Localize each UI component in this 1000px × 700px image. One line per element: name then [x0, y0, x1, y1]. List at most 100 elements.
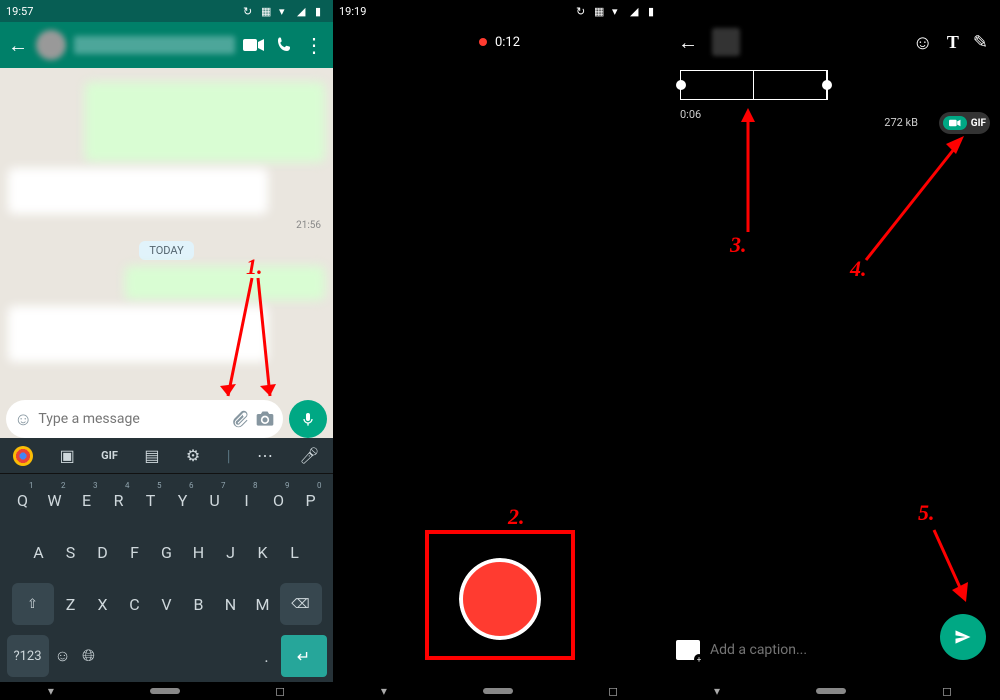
sync-icon: ↻ [243, 5, 255, 17]
language-key[interactable]: 🌐︎ [77, 635, 101, 677]
key-x[interactable]: X [88, 583, 118, 625]
gif-mode-label[interactable]: GIF [971, 118, 986, 129]
backspace-key[interactable]: ⌫ [280, 583, 322, 625]
key-o[interactable]: 9O [264, 479, 294, 521]
shutter-button[interactable] [459, 558, 541, 640]
key-e[interactable]: 3E [72, 479, 102, 521]
nav-back-icon[interactable]: ▾ [714, 684, 720, 698]
key-t[interactable]: 5T [136, 479, 166, 521]
attach-icon[interactable] [231, 410, 249, 428]
key-k[interactable]: K [248, 531, 278, 573]
message-input-row: ☺ [6, 400, 327, 438]
nav-back-icon[interactable]: ▾ [48, 684, 54, 698]
emoji-icon[interactable]: ☺ [14, 409, 32, 430]
message-in[interactable] [8, 306, 268, 362]
camera-icon[interactable] [255, 409, 275, 429]
draw-icon[interactable]: ✎ [973, 32, 988, 53]
camera-recording-screen: 19:19 ↻▦▾◢▮ 0:12 ▾ ◻ [333, 0, 666, 700]
message-out[interactable] [85, 82, 325, 162]
call-icon[interactable] [273, 34, 295, 56]
clipboard-icon[interactable]: ▤ [144, 446, 159, 465]
key-b[interactable]: B [184, 583, 214, 625]
nav-recent-icon[interactable]: ◻ [275, 684, 285, 698]
chat-area[interactable]: 21:56 TODAY [0, 68, 333, 430]
google-icon[interactable] [13, 446, 33, 466]
settings-icon[interactable]: ⚙ [186, 446, 200, 465]
key-p[interactable]: 0P [296, 479, 326, 521]
battery-icon: ▮ [315, 5, 327, 17]
contact-name[interactable] [74, 36, 235, 54]
videocall-icon[interactable] [243, 34, 265, 56]
sticker-icon[interactable]: ▣ [60, 446, 75, 465]
status-time: 19:19 [339, 5, 366, 18]
gif-key[interactable]: GIF [101, 449, 118, 462]
avatar[interactable] [36, 30, 66, 60]
editor-header: ← ☺ T ✎ [666, 22, 1000, 62]
video-trim-bar[interactable] [680, 70, 828, 100]
nav-home-icon[interactable] [816, 688, 846, 694]
key-q[interactable]: 1Q [8, 479, 38, 521]
video-mode-icon[interactable] [943, 116, 967, 130]
key-w[interactable]: 2W [40, 479, 70, 521]
recording-indicator: 0:12 [333, 22, 666, 62]
key-i[interactable]: 8I [232, 479, 262, 521]
enter-key[interactable]: ↵ [281, 635, 327, 677]
more-icon[interactable]: ⋯ [257, 446, 273, 465]
trim-handle-left[interactable] [676, 80, 686, 90]
keyboard[interactable]: ▣ GIF ▤ ⚙ | ⋯ 🎤︎ 1Q 2W 3E 4R 5T 6Y 7U 8I… [0, 438, 333, 682]
nav-home-icon[interactable] [150, 688, 180, 694]
nav-bar: ▾ ◻ [666, 682, 1000, 700]
shift-key[interactable]: ⇧ [12, 583, 54, 625]
nav-recent-icon[interactable]: ◻ [942, 684, 952, 698]
keyboard-row-4: ?123 ☺ 🌐︎ . ↵ [0, 630, 333, 682]
key-d[interactable]: D [88, 531, 118, 573]
key-r[interactable]: 4R [104, 479, 134, 521]
message-in[interactable] [8, 168, 268, 214]
mic-icon[interactable]: 🎤︎ [299, 446, 319, 465]
key-h[interactable]: H [184, 531, 214, 573]
video-gif-toggle[interactable]: GIF [939, 112, 990, 134]
key-u[interactable]: 7U [200, 479, 230, 521]
period-key[interactable]: . [255, 635, 279, 677]
key-s[interactable]: S [56, 531, 86, 573]
date-divider: TODAY [8, 239, 325, 258]
key-y[interactable]: 6Y [168, 479, 198, 521]
key-c[interactable]: C [120, 583, 150, 625]
nav-bar: ▾ ◻ [333, 682, 666, 700]
message-input[interactable] [38, 411, 225, 427]
key-g[interactable]: G [152, 531, 182, 573]
file-size: 272 kB [884, 116, 918, 129]
nav-recent-icon[interactable]: ◻ [608, 684, 618, 698]
record-dot-icon [479, 38, 487, 46]
key-z[interactable]: Z [56, 583, 86, 625]
emoji-key[interactable]: ☺ [51, 635, 75, 677]
mic-button[interactable] [289, 400, 327, 438]
key-m[interactable]: M [248, 583, 278, 625]
status-bar: 19:57 ↻▦▾◢▮ [0, 0, 333, 22]
key-f[interactable]: F [120, 531, 150, 573]
status-icons: ↻▦▾◢▮ [243, 5, 327, 17]
status-time: 19:57 [6, 5, 33, 18]
video-thumb[interactable] [712, 28, 740, 56]
text-icon[interactable]: T [947, 32, 959, 53]
emoji-icon[interactable]: ☺ [912, 30, 932, 55]
key-v[interactable]: V [152, 583, 182, 625]
space-key[interactable] [103, 635, 253, 677]
trim-handle-right[interactable] [822, 80, 832, 90]
keyboard-row-1: 1Q 2W 3E 4R 5T 6Y 7U 8I 9O 0P [0, 474, 333, 526]
signal-icon: ◢ [297, 5, 309, 17]
key-n[interactable]: N [216, 583, 246, 625]
nav-back-icon[interactable]: ▾ [381, 684, 387, 698]
key-j[interactable]: J [216, 531, 246, 573]
send-button[interactable] [940, 614, 986, 660]
back-icon[interactable]: ← [678, 30, 698, 55]
key-l[interactable]: L [280, 531, 310, 573]
more-icon[interactable]: ⋮ [303, 34, 325, 56]
trim-duration: 0:06 [680, 108, 701, 121]
nav-home-icon[interactable] [483, 688, 513, 694]
key-a[interactable]: A [24, 531, 54, 573]
symbols-key[interactable]: ?123 [7, 635, 49, 677]
add-media-icon[interactable] [676, 640, 700, 660]
message-out[interactable] [125, 266, 325, 300]
back-icon[interactable]: ← [8, 33, 28, 58]
